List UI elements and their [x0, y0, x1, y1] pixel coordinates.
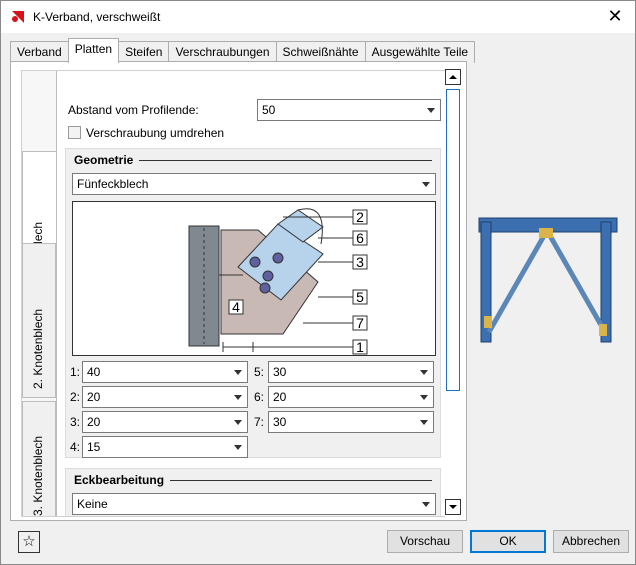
- diagram-label-7: 7: [356, 315, 364, 331]
- side-tab-label: 2. Knotenblech: [31, 308, 45, 389]
- geometrie-title: Geometrie: [74, 153, 140, 167]
- param-1-select[interactable]: 40: [82, 361, 248, 383]
- scroll-area: 1. Knotenblech 2. Knotenblech 3. Knotenb…: [21, 70, 451, 517]
- diagram-label-4: 4: [232, 299, 240, 315]
- scroll-down-button[interactable]: [445, 499, 461, 515]
- param-2-value: 20: [87, 390, 101, 404]
- scroll-thumb[interactable]: [446, 89, 460, 391]
- geometry-diagram: 2 6 3 5 7 1 4: [72, 201, 436, 356]
- eckbearbeitung-value: Keine: [77, 497, 108, 511]
- star-icon: ☆: [22, 533, 36, 550]
- structure-preview: [478, 217, 618, 343]
- favorites-button[interactable]: ☆: [18, 531, 40, 553]
- param-4-label: 4:: [70, 440, 81, 454]
- platten-panel: 1. Knotenblech 2. Knotenblech 3. Knotenb…: [10, 61, 467, 521]
- param-6-value: 20: [273, 390, 287, 404]
- param-7-select[interactable]: 30: [268, 411, 434, 433]
- ok-button[interactable]: OK: [470, 530, 546, 553]
- tab-verband[interactable]: Verband: [10, 41, 69, 63]
- param-7-value: 30: [273, 415, 287, 429]
- side-tab-knotenblech-3[interactable]: 3. Knotenblech: [22, 401, 56, 516]
- param-5-label: 5:: [254, 365, 265, 379]
- abstand-input[interactable]: 50: [257, 99, 441, 121]
- title-bar: K-Verband, verschweißt ✕: [1, 1, 635, 33]
- tab-platten[interactable]: Platten: [67, 38, 120, 63]
- param-3-select[interactable]: 20: [82, 411, 248, 433]
- chevron-down-icon: [420, 420, 428, 425]
- chevron-down-icon: [427, 108, 435, 113]
- chevron-down-icon: [420, 370, 428, 375]
- app-icon: [10, 9, 26, 25]
- preview-button[interactable]: Vorschau: [387, 530, 463, 553]
- chevron-down-icon: [234, 420, 242, 425]
- tab-steifen[interactable]: Steifen: [118, 41, 170, 63]
- vertical-scrollbar[interactable]: [445, 69, 461, 517]
- abstand-label: Abstand vom Profilende:: [68, 103, 199, 117]
- eckbearbeitung-group: Eckbearbeitung Keine: [65, 468, 441, 516]
- chevron-down-icon: [420, 395, 428, 400]
- cancel-button[interactable]: Abbrechen: [553, 530, 629, 553]
- param-5-value: 30: [273, 365, 287, 379]
- arrow-up-icon: [449, 75, 457, 79]
- dialog-window: K-Verband, verschweißt ✕ Verband Platten…: [0, 0, 636, 565]
- eckbearbeitung-select[interactable]: Keine: [72, 493, 436, 515]
- side-tab-label: 3. Knotenblech: [31, 435, 45, 516]
- tab-schweissnaehte[interactable]: Schweißnähte: [275, 41, 366, 63]
- verschraubung-label: Verschraubung umdrehen: [86, 126, 225, 140]
- param-1-label: 1:: [70, 365, 81, 379]
- close-icon[interactable]: ✕: [605, 6, 625, 26]
- arrow-down-icon: [449, 505, 457, 509]
- param-2-select[interactable]: 20: [82, 386, 248, 408]
- diagram-label-1: 1: [356, 339, 364, 355]
- eckbearbeitung-title: Eckbearbeitung: [74, 473, 171, 487]
- diagram-label-6: 6: [356, 230, 364, 246]
- diagram-label-2: 2: [356, 209, 364, 225]
- geometrie-group: Geometrie Fünfeckblech 2 6 3 5 7 1 4 1: …: [65, 148, 441, 458]
- param-4-select[interactable]: 15: [82, 436, 248, 458]
- window-title: K-Verband, verschweißt: [33, 10, 161, 24]
- verschraubung-checkbox[interactable]: [68, 126, 81, 139]
- tab-verschraubungen[interactable]: Verschraubungen: [168, 41, 277, 63]
- chevron-down-icon: [422, 182, 430, 187]
- knotenblech-content: Abstand vom Profilende: 50 Verschraubung…: [56, 71, 450, 516]
- geometry-drawing: 2 6 3 5 7 1 4: [188, 208, 368, 355]
- param-5-select[interactable]: 30: [268, 361, 434, 383]
- chevron-down-icon: [234, 370, 242, 375]
- chevron-down-icon: [234, 395, 242, 400]
- abstand-value: 50: [262, 103, 276, 117]
- diagram-label-3: 3: [356, 254, 364, 270]
- geometrie-select[interactable]: Fünfeckblech: [72, 173, 436, 195]
- param-6-select[interactable]: 20: [268, 386, 434, 408]
- scroll-up-button[interactable]: [445, 69, 461, 85]
- param-6-label: 6:: [254, 390, 265, 404]
- param-3-value: 20: [87, 415, 101, 429]
- param-2-label: 2:: [70, 390, 81, 404]
- diagram-label-5: 5: [356, 289, 364, 305]
- tab-ausgewaehlte-teile[interactable]: Ausgewählte Teile: [364, 41, 476, 63]
- chevron-down-icon: [234, 445, 242, 450]
- chevron-down-icon: [422, 502, 430, 507]
- tab-bar: Verband Platten Steifen Verschraubungen …: [10, 38, 476, 63]
- param-4-value: 15: [87, 440, 101, 454]
- geometrie-value: Fünfeckblech: [77, 177, 149, 191]
- param-1-value: 40: [87, 365, 101, 379]
- param-7-label: 7:: [254, 415, 265, 429]
- param-3-label: 3:: [70, 415, 81, 429]
- side-tab-knotenblech-2[interactable]: 2. Knotenblech: [22, 243, 56, 398]
